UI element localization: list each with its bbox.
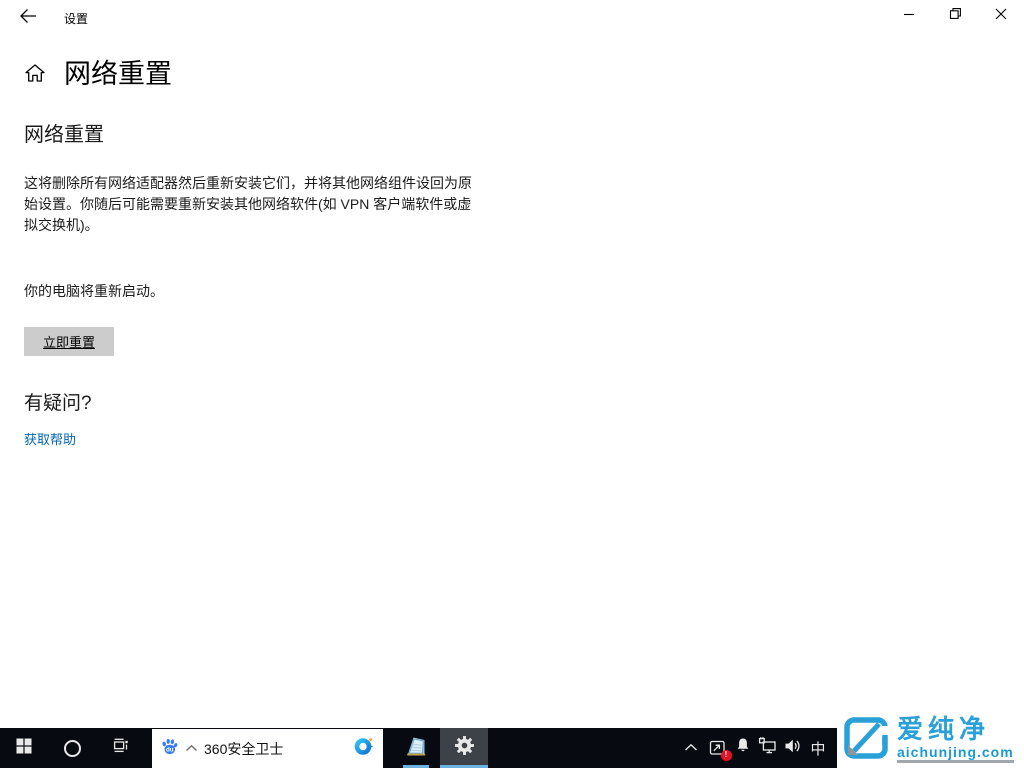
- search-box-text[interactable]: 360安全卫士: [204, 739, 353, 759]
- tray-notifications-button[interactable]: [731, 728, 755, 768]
- back-button[interactable]: [12, 5, 44, 31]
- taskbar-search-box[interactable]: du 360安全卫士: [152, 729, 383, 768]
- notepad-taskbar-button[interactable]: [392, 728, 440, 768]
- tray-chevron-up-icon: [684, 739, 698, 757]
- cortana-circle-icon: [64, 740, 81, 757]
- notepad-icon: [403, 733, 429, 764]
- minimize-button[interactable]: [886, 0, 932, 32]
- windows-logo-icon: [16, 738, 32, 759]
- window-title: 设置: [64, 10, 88, 27]
- settings-taskbar-button[interactable]: [440, 728, 488, 768]
- help-title: 有疑问?: [24, 388, 494, 415]
- restart-note: 你的电脑将重新启动。: [24, 281, 494, 301]
- home-icon: [24, 62, 46, 84]
- section-title: 网络重置: [24, 118, 494, 147]
- tray-show-hidden-icons-button[interactable]: [678, 728, 704, 768]
- reset-now-button[interactable]: 立即重置: [24, 327, 114, 356]
- gear-icon: [454, 735, 475, 761]
- task-view-icon: [112, 737, 129, 759]
- start-button[interactable]: [0, 728, 48, 768]
- volume-icon: [784, 738, 802, 759]
- close-icon: [995, 7, 1007, 25]
- minimize-icon: [903, 7, 915, 25]
- restore-button[interactable]: [932, 0, 978, 32]
- watermark-text: 爱纯净 aichunjing.com: [897, 715, 1014, 763]
- watermark-panel: 爱纯净 aichunjing.com: [837, 710, 1024, 768]
- page-title: 网络重置: [64, 52, 172, 91]
- bell-icon: [735, 737, 751, 759]
- notification-badge: !: [721, 750, 732, 761]
- screen-share-icon: !: [709, 740, 727, 757]
- svg-text:du: du: [166, 746, 174, 753]
- restore-icon: [949, 7, 962, 25]
- page-content: 网络重置 这将删除所有网络适配器然后重新安装它们，并将其他网络组件设回为原始设置…: [24, 118, 494, 449]
- screen: 设置 网络重置 网络重置 这将删除所有网络适配器然后重新安装它们，并将其: [0, 0, 1024, 768]
- settings-window: 设置 网络重置 网络重置 这将删除所有网络适配器然后重新安装它们，并将其: [0, 0, 1024, 728]
- window-controls: [886, 0, 1024, 32]
- close-button[interactable]: [978, 0, 1024, 32]
- get-help-link[interactable]: 获取帮助: [24, 429, 76, 448]
- titlebar: 设置: [0, 0, 1024, 34]
- watermark-domain: aichunjing.com: [897, 744, 1014, 763]
- tray-security-alert-button[interactable]: !: [704, 728, 731, 768]
- description-text: 这将删除所有网络适配器然后重新安装它们，并将其他网络组件设回为原始设置。你随后可…: [24, 173, 477, 236]
- ethernet-icon: [758, 737, 777, 759]
- back-arrow-icon: [18, 6, 38, 31]
- 360-search-icon[interactable]: [353, 735, 375, 762]
- watermark-logo-icon: [842, 713, 890, 766]
- watermark-brand: 爱纯净: [897, 715, 1014, 744]
- chevron-up-icon[interactable]: [185, 740, 198, 758]
- cortana-search-button[interactable]: [48, 728, 96, 768]
- ime-indicator[interactable]: 中: [803, 728, 833, 768]
- task-view-button[interactable]: [96, 728, 144, 768]
- tray-network-button[interactable]: [755, 728, 780, 768]
- baidu-icon[interactable]: du: [159, 736, 180, 762]
